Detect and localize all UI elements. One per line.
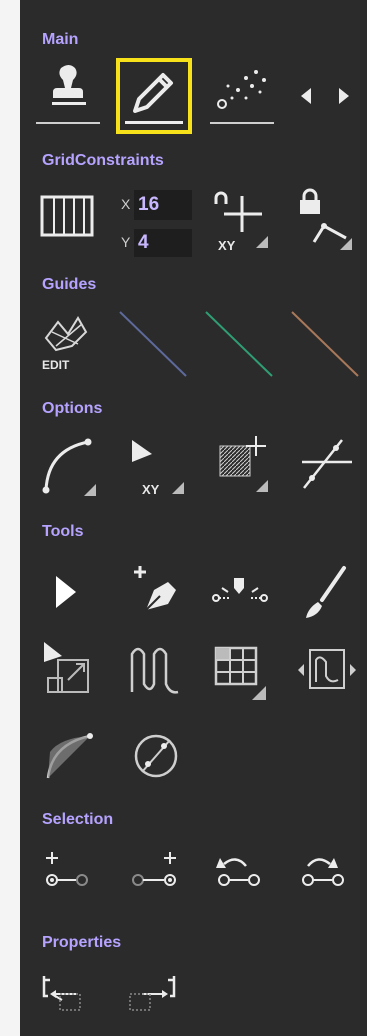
brush-icon — [306, 566, 346, 618]
pointer-xy-label: XY — [142, 482, 160, 497]
guide-orange-button[interactable] — [288, 308, 362, 380]
brush-tool-button[interactable] — [296, 560, 360, 624]
scroll-left-button[interactable] — [295, 84, 315, 108]
select-arrow-icon — [56, 576, 76, 608]
lock-curve-icon — [300, 188, 352, 250]
pencil-tool-button[interactable] — [116, 58, 192, 134]
undo-node-button[interactable] — [210, 846, 274, 896]
section-guides: Guides — [42, 276, 97, 293]
node-drop-tool-button[interactable] — [208, 560, 272, 624]
grid-x-field[interactable]: 16 — [134, 190, 192, 220]
transform-tool-button[interactable] — [38, 636, 102, 706]
pen-add-tool-button[interactable] — [124, 560, 188, 624]
arrow-left-icon — [301, 88, 311, 104]
section-selection: Selection — [42, 811, 114, 828]
stamp-tool-button[interactable] — [34, 60, 104, 130]
grid-toggle-button[interactable] — [38, 185, 100, 247]
scroll-right-button[interactable] — [335, 84, 355, 108]
snap-xy-label: XY — [218, 238, 236, 253]
spray-icon — [210, 70, 274, 124]
undo-node-icon — [216, 858, 260, 886]
move-left-icon — [42, 976, 81, 1011]
guide-orange-line — [291, 311, 359, 377]
curve-tool-button[interactable] — [38, 722, 102, 786]
circle-diagonal-icon — [134, 734, 178, 778]
guide-edit-label: EDIT — [42, 358, 70, 372]
section-main: Main — [42, 31, 79, 48]
add-right-node-button[interactable] — [124, 846, 188, 896]
add-right-node-icon — [132, 852, 176, 886]
spray-tool-button[interactable] — [208, 60, 278, 130]
table-icon — [214, 646, 266, 700]
grid-icon — [40, 195, 94, 237]
lock-curve-button[interactable] — [294, 186, 360, 256]
move-left-button[interactable] — [38, 970, 102, 1020]
stamp-icon — [36, 65, 100, 124]
window-gap — [0, 0, 20, 1036]
frame-wave-icon — [298, 649, 356, 689]
arrow-right-icon — [339, 88, 349, 104]
select-tool-button[interactable] — [38, 560, 102, 624]
wave-icon — [130, 647, 179, 694]
guide-green-button[interactable] — [202, 308, 276, 380]
move-right-button[interactable] — [124, 970, 188, 1020]
table-tool-button[interactable] — [208, 636, 272, 706]
hatch-select-icon — [219, 436, 268, 492]
redo-node-button[interactable] — [294, 846, 358, 896]
pencil-icon — [125, 73, 183, 124]
curve-option-button[interactable] — [38, 430, 108, 500]
move-right-icon — [129, 976, 176, 1011]
node-drop-icon — [212, 578, 268, 602]
add-left-node-icon — [46, 852, 88, 886]
frame-wave-tool-button[interactable] — [294, 636, 360, 706]
grid-x-label: X — [121, 196, 131, 212]
pen-add-icon — [134, 566, 176, 611]
section-properties: Properties — [42, 934, 122, 951]
line-intersect-button[interactable] — [296, 430, 366, 500]
guide-blue-button[interactable] — [116, 308, 190, 380]
add-left-node-button[interactable] — [38, 846, 102, 896]
curve-tool-icon — [46, 733, 93, 779]
section-tools: Tools — [42, 523, 84, 540]
line-intersect-icon — [302, 439, 352, 489]
transform-icon — [44, 642, 89, 693]
section-grid: GridConstraints — [42, 152, 164, 169]
hatch-select-button[interactable] — [212, 430, 282, 500]
redo-node-icon — [302, 858, 344, 886]
circle-diagonal-tool-button[interactable] — [124, 722, 188, 786]
guide-blue-line — [119, 311, 187, 377]
curve-icon — [42, 438, 96, 496]
grid-y-label: Y — [121, 234, 131, 250]
wave-tool-button[interactable] — [124, 636, 188, 706]
grid-y-field[interactable]: 4 — [134, 229, 192, 257]
guide-green-line — [205, 311, 273, 377]
section-options: Options — [42, 400, 103, 417]
